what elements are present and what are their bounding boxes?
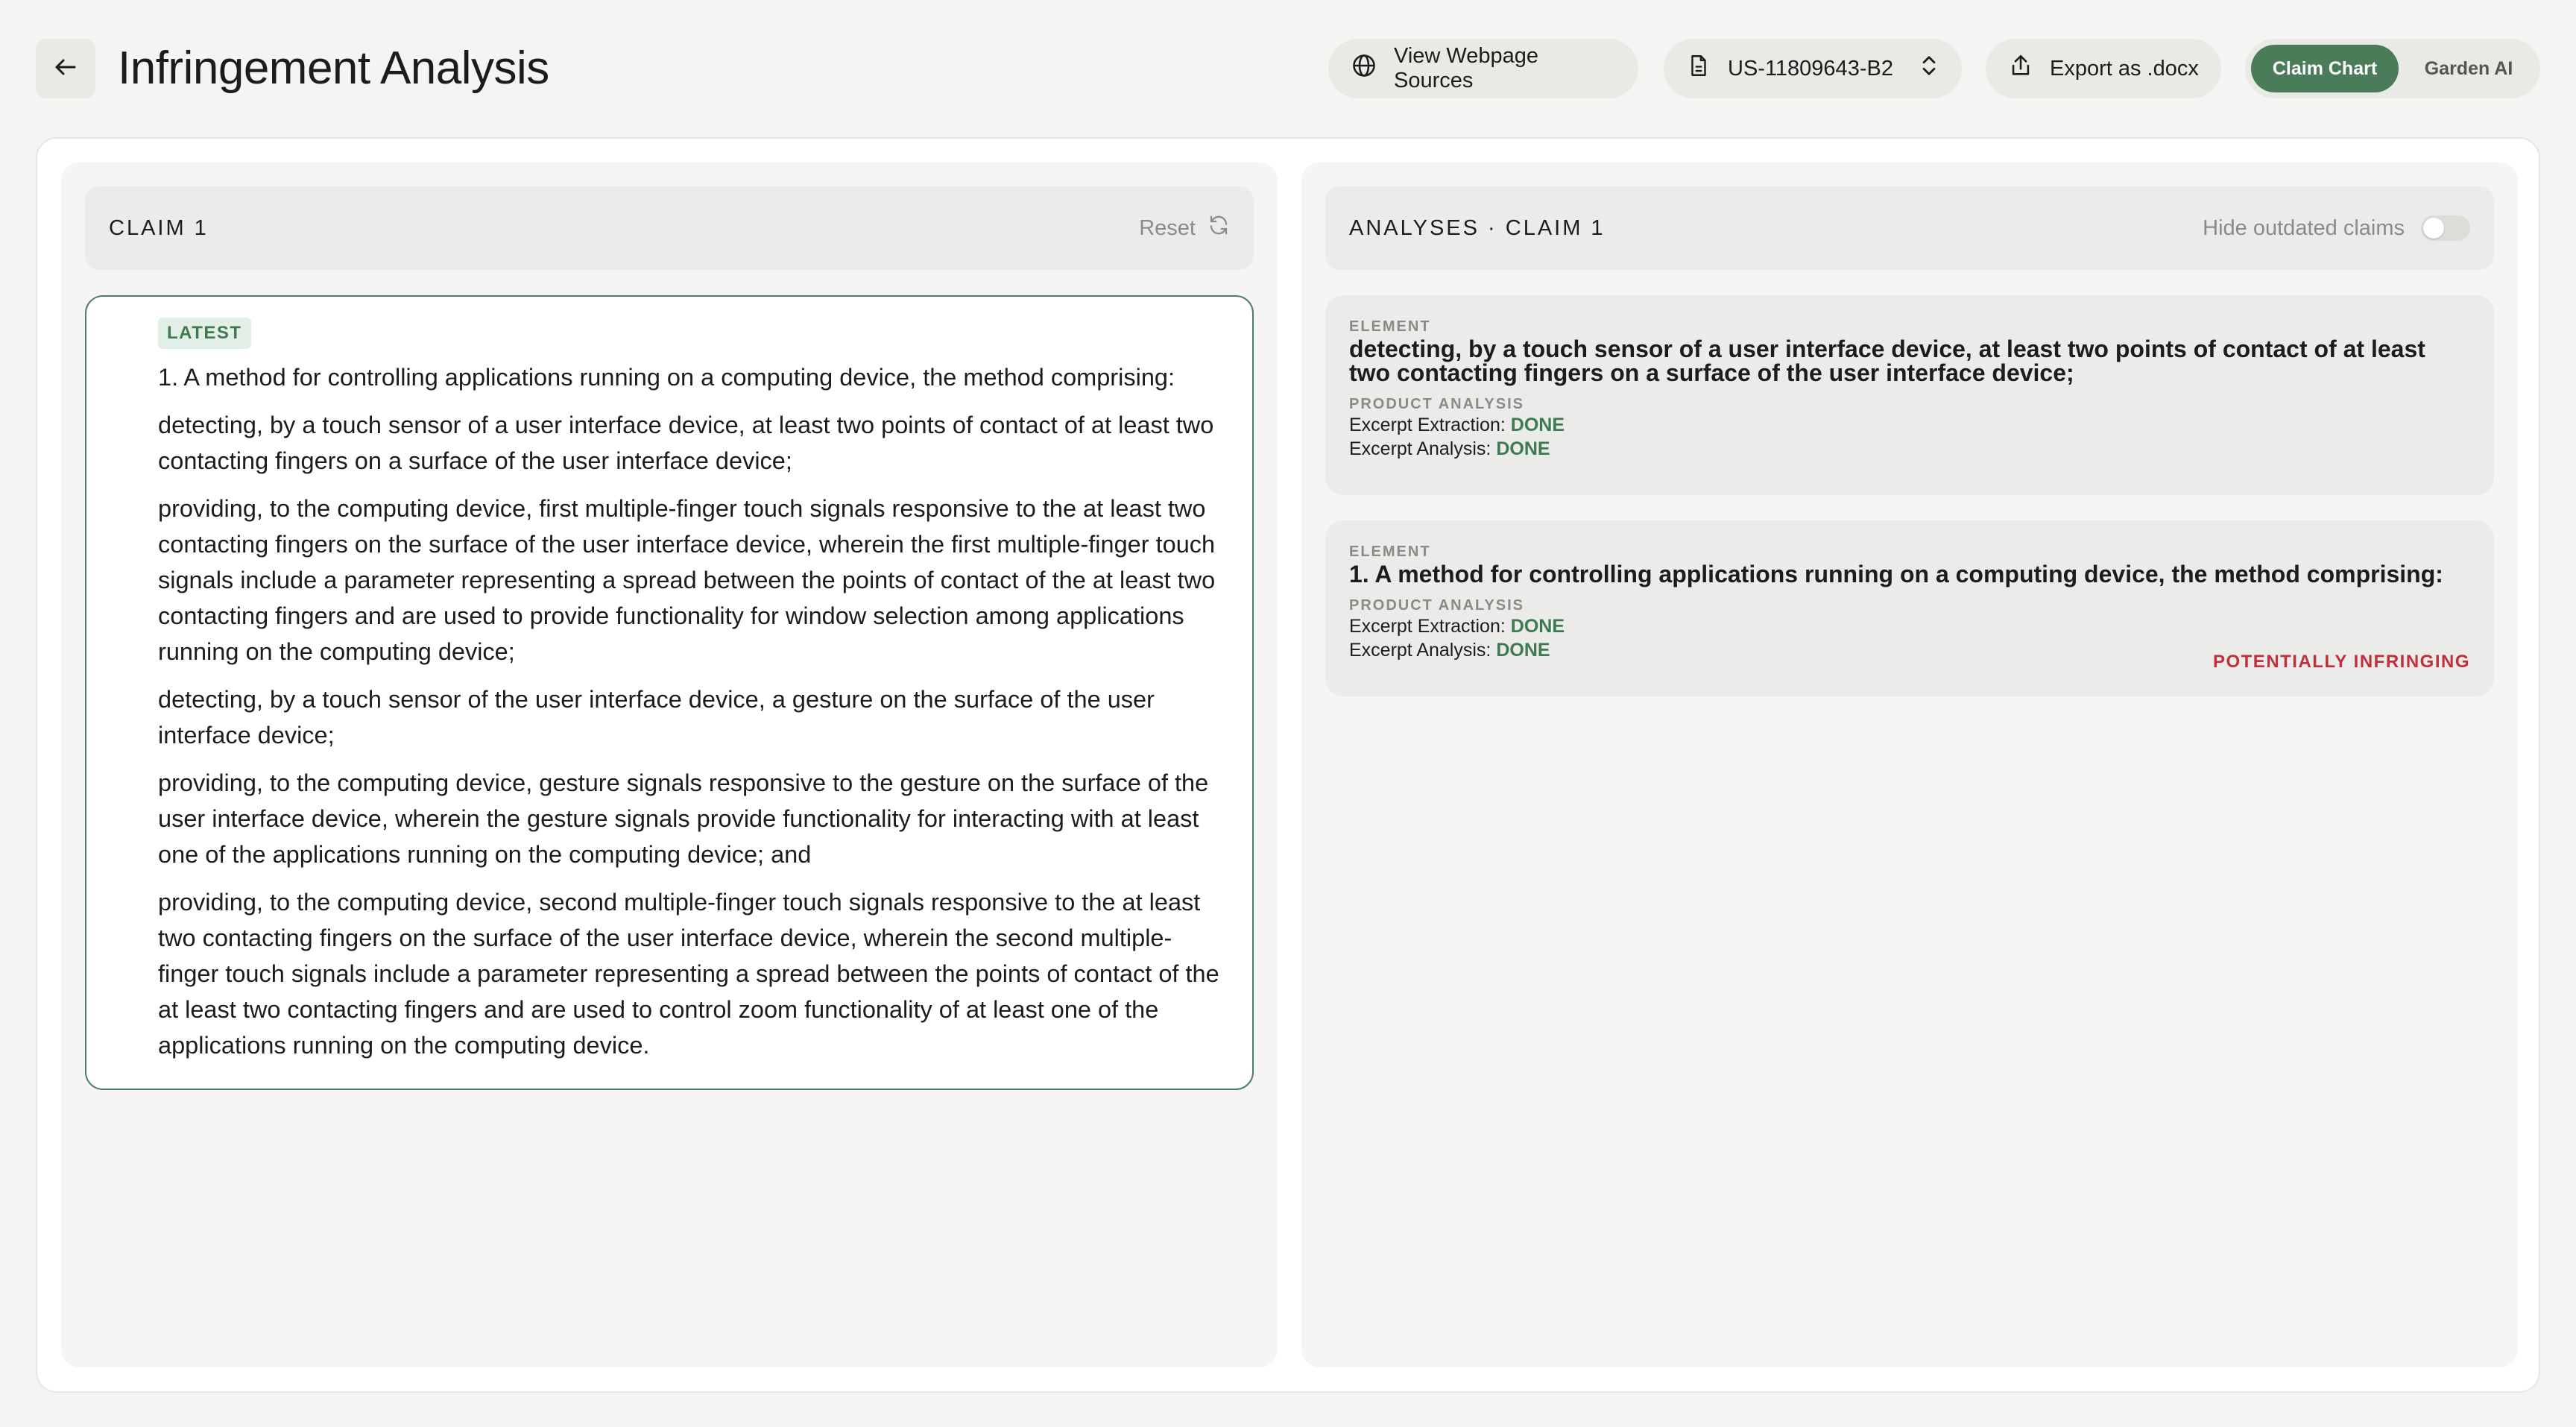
refresh-icon <box>1208 214 1230 242</box>
analysis-status-value: DONE <box>1496 438 1550 459</box>
globe-icon <box>1351 52 1377 85</box>
element-kicker: ELEMENT <box>1349 318 1431 335</box>
main-frame: CLAIM 1 Reset LATEST 1. A method for con… <box>36 137 2540 1393</box>
analysis-label: Excerpt Analysis: <box>1349 640 1491 661</box>
element-text: 1. A method for controlling applications… <box>1349 561 2443 588</box>
claim-paragraph: providing, to the computing device, gest… <box>158 769 1209 868</box>
hide-outdated-label: Hide outdated claims <box>2203 215 2405 240</box>
analysis-status-value: DONE <box>1496 640 1550 661</box>
back-button[interactable] <box>36 39 95 98</box>
infringement-verdict-badge: POTENTIALLY INFRINGING <box>2212 652 2470 672</box>
toggle-switch[interactable] <box>2421 215 2470 241</box>
latest-badge: LATEST <box>158 318 251 349</box>
patent-select[interactable]: US-11809643-B2 <box>1664 39 1962 98</box>
element-card[interactable]: ELEMENT detecting, by a touch sensor of … <box>1325 295 2494 495</box>
document-icon <box>1686 53 1711 84</box>
view-switcher: Claim Chart Garden AI <box>2245 39 2540 98</box>
claim-panel: CLAIM 1 Reset LATEST 1. A method for con… <box>61 163 1278 1367</box>
element-text: detecting, by a touch sensor of a user i… <box>1349 336 2425 386</box>
claim-paragraph: detecting, by a touch sensor of the user… <box>158 686 1155 749</box>
analyses-panel-header: ANALYSES · CLAIM 1 Hide outdated claims <box>1325 186 2494 270</box>
excerpt-extraction-status: Excerpt Extraction: DONE <box>1349 614 2470 638</box>
tab-claim-chart[interactable]: Claim Chart <box>2251 45 2399 92</box>
extraction-label: Excerpt Extraction: <box>1349 415 1506 435</box>
reset-label: Reset <box>1139 215 1196 240</box>
export-label: Export as .docx <box>2050 56 2199 81</box>
chevron-up-down-icon <box>1919 53 1939 84</box>
analyses-panel: ANALYSES · CLAIM 1 Hide outdated claims … <box>1301 163 2518 1367</box>
patent-number: US-11809643-B2 <box>1728 56 1893 81</box>
header: Infringement Analysis View Webpage Sourc… <box>0 0 2576 137</box>
claim-text-card: LATEST 1. A method for controlling appli… <box>85 295 1254 1090</box>
claim-paragraph: providing, to the computing device, firs… <box>158 495 1216 665</box>
claim-paragraph: providing, to the computing device, seco… <box>158 889 1219 1059</box>
tab-garden-ai[interactable]: Garden AI <box>2403 45 2534 92</box>
product-analysis-kicker: PRODUCT ANALYSIS <box>1349 396 1524 412</box>
view-sources-label: View Webpage Sources <box>1394 44 1539 92</box>
share-upload-icon <box>2008 53 2033 84</box>
element-card[interactable]: ELEMENT 1. A method for controlling appl… <box>1325 520 2494 696</box>
extraction-label: Excerpt Extraction: <box>1349 616 1506 637</box>
claim-paragraph: detecting, by a touch sensor of a user i… <box>158 412 1214 474</box>
claim-panel-header: CLAIM 1 Reset <box>85 186 1254 270</box>
element-kicker: ELEMENT <box>1349 544 1431 560</box>
arrow-left-icon <box>52 54 79 84</box>
analyses-panel-title: ANALYSES · CLAIM 1 <box>1349 215 1606 240</box>
page-title: Infringement Analysis <box>118 42 549 94</box>
hide-outdated-toggle[interactable]: Hide outdated claims <box>2203 215 2470 241</box>
export-docx-button[interactable]: Export as .docx <box>1986 39 2221 98</box>
view-sources-button[interactable]: View Webpage Sources <box>1328 39 1638 98</box>
extraction-status-value: DONE <box>1510 616 1565 637</box>
analysis-label: Excerpt Analysis: <box>1349 438 1491 459</box>
extraction-status-value: DONE <box>1510 415 1565 435</box>
claim-paragraph: 1. A method for controlling applications… <box>158 364 1175 391</box>
claim-panel-title: CLAIM 1 <box>109 215 209 240</box>
product-analysis-kicker: PRODUCT ANALYSIS <box>1349 597 1524 614</box>
excerpt-analysis-status: Excerpt Analysis: DONE <box>1349 437 2470 461</box>
toggle-knob <box>2423 218 2444 239</box>
excerpt-extraction-status: Excerpt Extraction: DONE <box>1349 413 2470 437</box>
reset-button[interactable]: Reset <box>1139 214 1230 242</box>
